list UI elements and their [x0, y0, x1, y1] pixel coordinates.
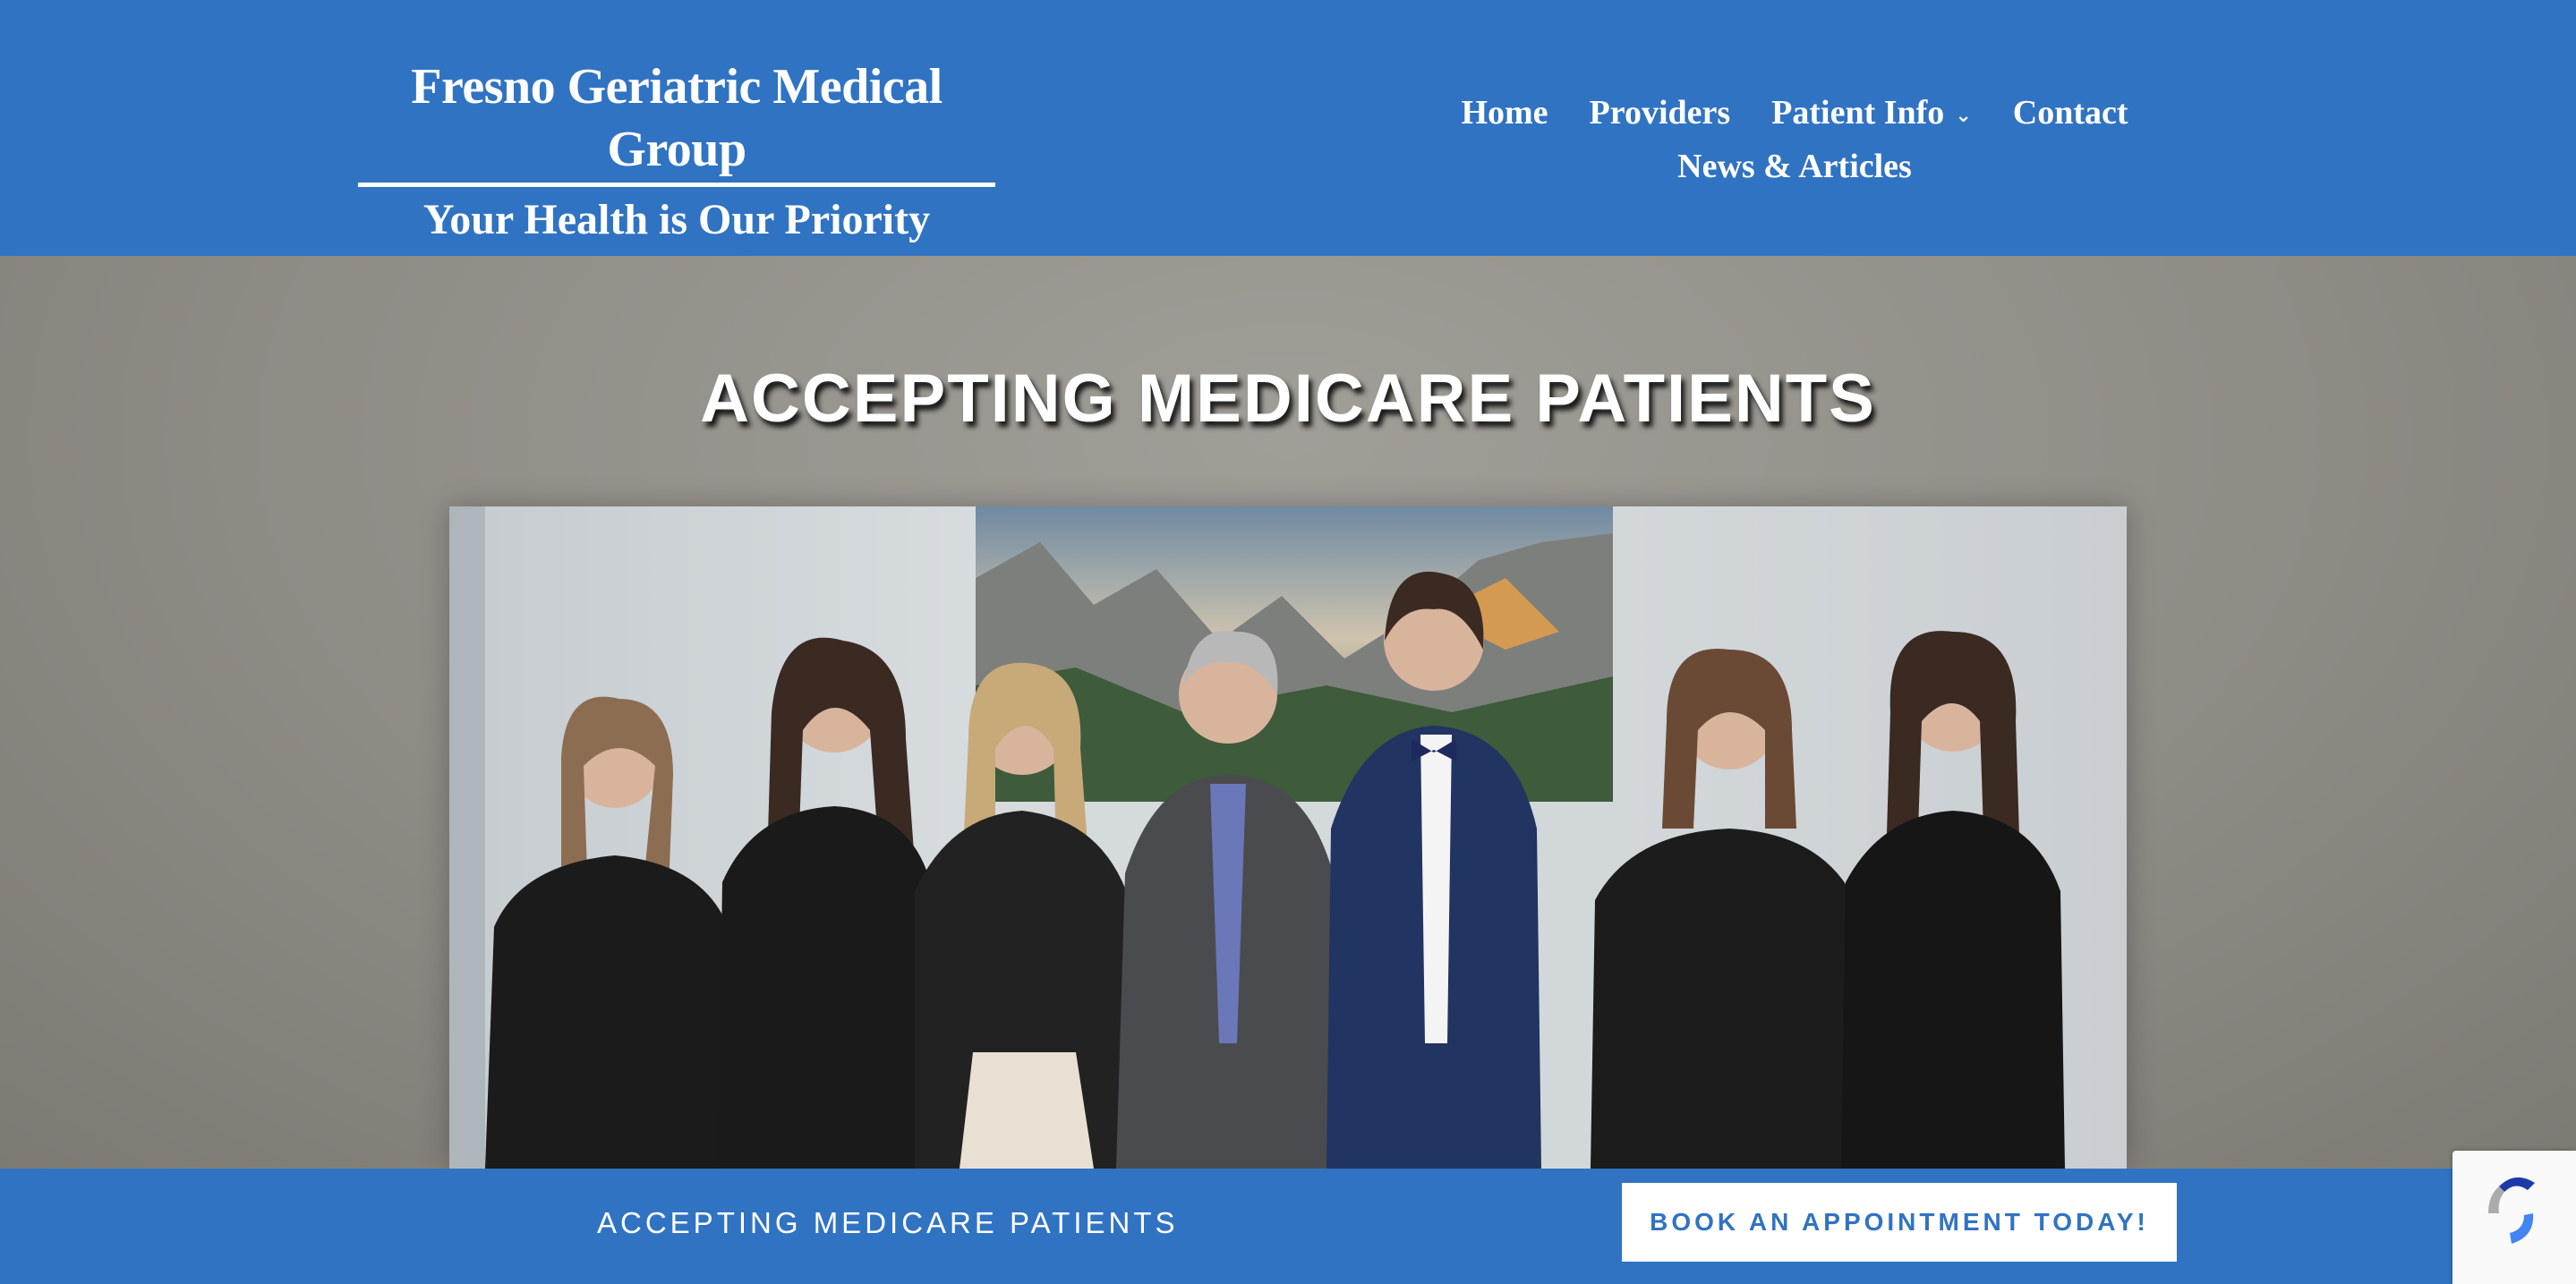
site-header: Fresno Geriatric Medical Group Your Heal…: [0, 0, 2576, 256]
team-photo: [449, 506, 2127, 1169]
site-logo[interactable]: Fresno Geriatric Medical Group Your Heal…: [358, 55, 995, 248]
book-appointment-button[interactable]: BOOK AN APPOINTMENT TODAY!: [1622, 1183, 2177, 1262]
nav-item-providers[interactable]: Providers: [1590, 93, 1731, 132]
recaptcha-badge[interactable]: [2452, 1151, 2576, 1284]
nav-row-primary: Home Providers Patient Info ⌄ Contact: [1423, 86, 2166, 140]
hero-section: ACCEPTING MEDICARE PATIENTS: [0, 256, 2576, 1169]
hero-title: ACCEPTING MEDICARE PATIENTS: [700, 361, 1876, 437]
nav-row-secondary: News & Articles: [1423, 140, 2166, 193]
main-nav: Home Providers Patient Info ⌄ Contact New…: [1423, 86, 2166, 193]
chevron-down-icon: ⌄: [1955, 104, 1972, 127]
logo-tagline: Your Health is Our Priority: [422, 196, 931, 243]
recaptcha-icon: [2488, 1177, 2535, 1244]
nav-item-label: Patient Info: [1771, 94, 1945, 132]
nav-item-news-articles[interactable]: News & Articles: [1677, 147, 1912, 186]
cta-bar-text: ACCEPTING MEDICARE PATIENTS: [597, 1206, 1179, 1239]
cta-bar: ACCEPTING MEDICARE PATIENTS BOOK AN APPO…: [0, 1169, 2576, 1284]
team-photo-illustration: [449, 506, 2065, 1169]
logo-title: Fresno Geriatric Medical Group: [358, 55, 995, 187]
nav-item-patient-info[interactable]: Patient Info ⌄: [1771, 93, 1972, 132]
nav-item-home[interactable]: Home: [1461, 93, 1548, 132]
nav-item-contact[interactable]: Contact: [2013, 93, 2128, 132]
